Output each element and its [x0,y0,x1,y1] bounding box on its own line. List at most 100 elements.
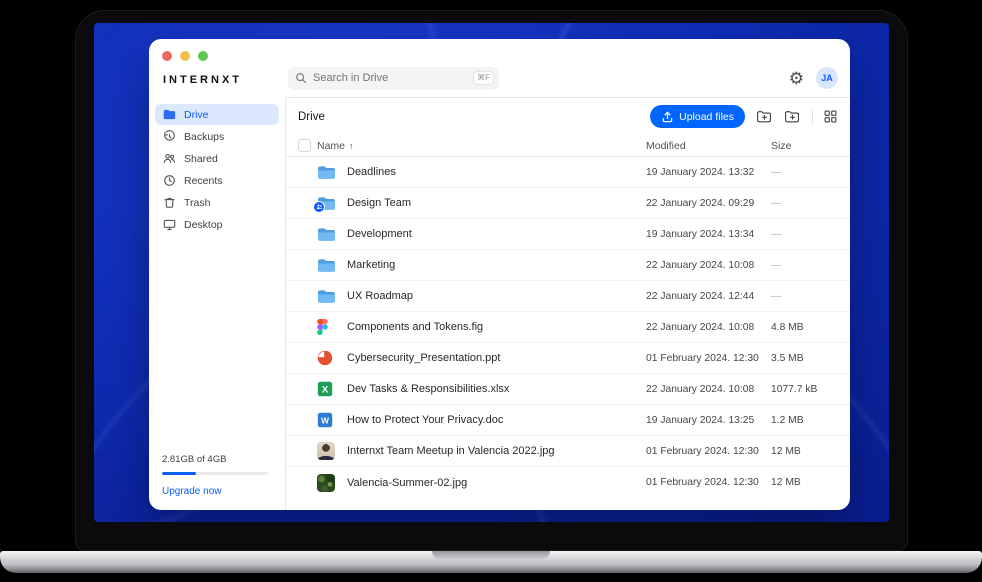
table-row[interactable]: Internxt Team Meetup in Valencia 2022.jp… [286,436,850,467]
file-size: — [771,229,837,240]
table-row[interactable]: Components and Tokens.fig 22 January 202… [286,312,850,343]
column-header-size[interactable]: Size [771,140,837,152]
column-header-modified[interactable]: Modified [646,140,771,152]
file-modified: 22 January 2024. 12:44 [646,291,771,302]
internxt-logo: INTERNXT [163,74,285,86]
file-name: Valencia-Summer-02.jpg [347,477,646,489]
photo-thumbnail-portrait [317,442,347,460]
file-size: 1077.7 kB [771,384,837,395]
minimize-window-button[interactable] [180,51,190,61]
sort-ascending-icon: ↑ [349,141,354,151]
sidebar-item-recents[interactable]: Recents [155,170,279,191]
upload-files-label: Upload files [679,111,734,123]
close-window-button[interactable] [162,51,172,61]
column-header-name[interactable]: Name ↑ [317,140,646,152]
sidebar-item-drive[interactable]: Drive [155,104,279,125]
table-row[interactable]: Development 19 January 2024. 13:34 — [286,219,850,250]
settings-gear-icon[interactable]: ⚙ [789,70,804,87]
folder-icon [317,289,347,304]
zoom-window-button[interactable] [198,51,208,61]
create-folder-icon[interactable] [756,110,773,124]
table-row[interactable]: Dev Tasks & Responsibilities.xlsx 22 Jan… [286,374,850,405]
sidebar-item-shared[interactable]: Shared [155,148,279,169]
backups-icon [163,130,176,143]
table-row[interactable]: UX Roadmap 22 January 2024. 12:44 — [286,281,850,312]
table-row[interactable]: Design Team 22 January 2024. 09:29 — [286,188,850,219]
search-placeholder: Search in Drive [313,72,388,84]
folder-icon [317,165,347,180]
avatar[interactable]: JA [816,67,838,89]
upload-icon [661,110,674,123]
table-row[interactable]: Deadlines 19 January 2024. 13:32 — [286,157,850,188]
word-file-icon [317,412,347,428]
laptop-bezel: INTERNXT Drive Backups Shared [75,10,908,551]
file-name: Development [347,228,646,240]
search-icon [295,72,307,84]
trash-icon [163,196,176,209]
file-size: — [771,167,837,178]
desktop-icon [163,218,176,231]
main-area: Search in Drive ⌘F ⚙ JA Drive Upload fil… [286,39,850,510]
upload-files-button[interactable]: Upload files [650,105,745,128]
table-row[interactable]: Valencia-Summer-02.jpg 01 February 2024.… [286,467,850,498]
file-name: Components and Tokens.fig [347,321,646,333]
folder-icon [317,227,347,242]
file-name: Cybersecurity_Presentation.ppt [347,352,646,364]
file-size: 3.5 MB [771,353,837,364]
file-size: — [771,260,837,271]
table-row[interactable]: Marketing 22 January 2024. 10:08 — [286,250,850,281]
sidebar-item-label: Backups [184,131,224,143]
toolbar: Upload files [650,105,837,128]
file-name: Deadlines [347,166,646,178]
app-window: INTERNXT Drive Backups Shared [149,39,850,510]
excel-file-icon [317,381,347,397]
file-name: Marketing [347,259,646,271]
shared-folder-icon [317,196,347,211]
file-modified: 22 January 2024. 10:08 [646,322,771,333]
file-size: — [771,198,837,209]
sidebar-item-label: Shared [184,153,218,165]
select-all-checkbox[interactable] [298,139,311,152]
toolbar-divider [812,109,813,125]
file-name: Internxt Team Meetup in Valencia 2022.jp… [347,445,646,457]
file-modified: 01 February 2024. 12:30 [646,353,771,364]
file-name: How to Protect Your Privacy.doc [347,414,646,426]
file-size: 12 MB [771,477,837,488]
file-size: — [771,291,837,302]
sidebar-item-label: Desktop [184,219,223,231]
grid-view-icon[interactable] [824,110,837,123]
file-modified: 22 January 2024. 10:08 [646,384,771,395]
file-modified: 01 February 2024. 12:30 [646,446,771,457]
table-header: Name ↑ Modified Size [286,135,850,157]
file-modified: 19 January 2024. 13:34 [646,229,771,240]
storage-panel: 2.81GB of 4GB Upgrade now [162,454,268,497]
file-modified: 22 January 2024. 09:29 [646,198,771,209]
table-row[interactable]: How to Protect Your Privacy.doc 19 Janua… [286,405,850,436]
sidebar-item-desktop[interactable]: Desktop [155,214,279,235]
file-modified: 19 January 2024. 13:25 [646,415,771,426]
search-shortcut-badge: ⌘F [473,71,494,85]
file-size: 12 MB [771,446,837,457]
sidebar-item-backups[interactable]: Backups [155,126,279,147]
sidebar: INTERNXT Drive Backups Shared [149,39,285,510]
photo-thumbnail-foliage [317,474,347,492]
sidebar-item-label: Drive [184,109,209,121]
search-input[interactable]: Search in Drive ⌘F [288,67,499,90]
shared-badge-icon [313,201,325,213]
shared-icon [163,152,176,165]
folder-icon [317,258,347,273]
upload-folder-icon[interactable] [784,110,801,124]
file-name: Dev Tasks & Responsibilities.xlsx [347,383,646,395]
storage-usage-label: 2.81GB of 4GB [162,454,268,465]
laptop-base [0,551,982,573]
upgrade-now-link[interactable]: Upgrade now [162,486,268,497]
table-row[interactable]: Cybersecurity_Presentation.ppt 01 Februa… [286,343,850,374]
file-modified: 22 January 2024. 10:08 [646,260,771,271]
powerpoint-file-icon [317,350,347,366]
file-size: 4.8 MB [771,322,837,333]
sidebar-nav: Drive Backups Shared Recents [155,104,279,235]
file-modified: 19 January 2024. 13:32 [646,167,771,178]
column-name-label: Name [317,140,345,152]
window-controls [149,39,285,61]
sidebar-item-trash[interactable]: Trash [155,192,279,213]
